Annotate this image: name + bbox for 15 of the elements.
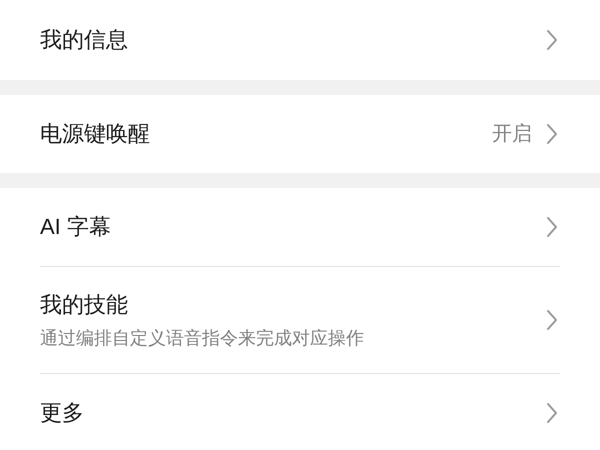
- row-value: 开启: [492, 122, 532, 147]
- settings-row[interactable]: AI 字幕: [40, 188, 560, 266]
- chevron-right-icon: [546, 309, 558, 331]
- row-title: 更多: [40, 398, 84, 426]
- row-title: 我的技能: [40, 291, 129, 318]
- chevron-right-icon: [546, 402, 558, 424]
- row-title: AI 字幕: [40, 213, 111, 241]
- row-title: 我的信息: [40, 26, 128, 54]
- row-title: 电源键唤醒: [40, 120, 150, 148]
- settings-row[interactable]: 我的技能 通过编排自定义语音指令来完成对应操作: [40, 266, 560, 373]
- settings-row[interactable]: 更多: [40, 373, 560, 450]
- chevron-right-icon: [546, 29, 558, 51]
- chevron-right-icon: [546, 216, 558, 238]
- row-subtitle: 通过编排自定义语音指令来完成对应操作: [40, 326, 364, 349]
- chevron-right-icon: [546, 123, 558, 145]
